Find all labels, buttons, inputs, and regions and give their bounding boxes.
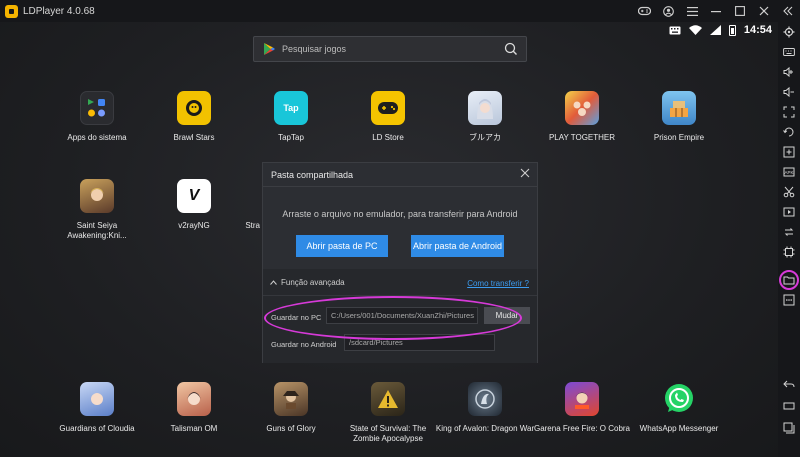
macro-icon[interactable] <box>781 244 797 260</box>
open-android-folder-button[interactable]: Abrir pasta de Android <box>411 235 504 257</box>
prison-empire-icon <box>662 91 696 125</box>
app-label: Stra <box>245 221 260 230</box>
app-label: PLAY TOGETHER <box>548 133 616 142</box>
collapse-sidebar-icon[interactable] <box>776 0 800 22</box>
app-label: Talisman OM <box>170 424 218 433</box>
app-king-of-avalon[interactable]: King of Avalon: Dragon War <box>435 382 535 434</box>
app-prison-empire[interactable]: Prison Empire <box>629 91 729 143</box>
app-taptap[interactable]: Tap TapTap <box>241 91 341 143</box>
guns-of-glory-icon <box>274 382 308 416</box>
menu-icon[interactable] <box>680 0 704 22</box>
app-label: Garena Free Fire: O Cobra <box>533 424 631 433</box>
app-saint-seiya[interactable]: Saint Seiya Awakening:Kni... <box>47 179 147 241</box>
recent-apps-icon[interactable] <box>781 420 797 436</box>
guardians-of-cloudia-icon <box>80 382 114 416</box>
blue-archive-icon <box>468 91 502 125</box>
app-talisman-om[interactable]: Talisman OM <box>144 382 244 434</box>
search-input[interactable]: Pesquisar jogos <box>282 44 504 54</box>
app-label: Guns of Glory <box>266 424 316 433</box>
app-state-of-survival[interactable]: State of Survival: The Zombie Apocalypse <box>338 382 438 444</box>
app-label: ブルアカ <box>469 133 501 142</box>
dialog-header: Pasta compartilhada <box>263 163 537 187</box>
whatsapp-icon <box>662 382 696 416</box>
ld-store-icon <box>371 91 405 125</box>
taptap-icon: Tap <box>274 91 308 125</box>
app-guns-of-glory[interactable]: Guns of Glory <box>241 382 341 434</box>
app-label: Prison Empire <box>653 133 705 142</box>
brawl-stars-icon <box>177 91 211 125</box>
scissors-icon[interactable] <box>781 184 797 200</box>
window-title: LDPlayer 4.0.68 <box>23 5 95 17</box>
close-icon[interactable] <box>519 168 531 180</box>
dialog-title: Pasta compartilhada <box>271 169 354 180</box>
play-together-icon <box>565 91 599 125</box>
king-of-avalon-icon <box>468 382 502 416</box>
how-to-transfer-link[interactable]: Como transferir ? <box>467 279 529 288</box>
rotate-icon[interactable] <box>781 124 797 140</box>
highlight-annotation <box>264 296 522 340</box>
add-app-icon[interactable] <box>781 144 797 160</box>
wifi-icon <box>688 25 702 35</box>
video-icon[interactable] <box>781 204 797 220</box>
ldplayer-logo-icon <box>5 4 18 18</box>
svg-text:APK: APK <box>784 170 793 175</box>
app-blue-archive[interactable]: ブルアカ <box>435 91 535 143</box>
apk-icon[interactable]: APK <box>781 164 797 180</box>
app-label: King of Avalon: Dragon War <box>435 424 535 433</box>
back-icon[interactable] <box>781 376 797 392</box>
play-store-icon <box>264 43 275 55</box>
saint-seiya-icon <box>80 179 114 213</box>
fullscreen-icon[interactable] <box>781 104 797 120</box>
gamepad-icon[interactable] <box>632 0 656 22</box>
volume-up-icon[interactable] <box>781 64 797 80</box>
save-android-label: Guardar no Android <box>271 340 337 349</box>
window-controls <box>632 0 800 22</box>
account-icon[interactable] <box>656 0 680 22</box>
keyboard-icon[interactable] <box>781 44 797 60</box>
app-label: Saint Seiya Awakening:Kni... <box>67 221 127 240</box>
keyboard-status-icon <box>669 26 681 34</box>
app-apps-do-sistema[interactable]: Apps do sistema <box>47 91 147 143</box>
title-bar: LDPlayer 4.0.68 <box>0 0 800 22</box>
app-brawl-stars[interactable]: Brawl Stars <box>144 91 244 143</box>
app-play-together[interactable]: PLAY TOGETHER <box>532 91 632 143</box>
battery-icon <box>728 24 736 36</box>
app-label: LD Store <box>372 133 404 142</box>
home-icon[interactable] <box>781 398 797 414</box>
free-fire-icon <box>565 382 599 416</box>
system-apps-icon <box>80 91 114 125</box>
status-bar: 14:54 <box>669 22 772 38</box>
app-ld-store[interactable]: LD Store <box>338 91 438 143</box>
close-window-icon[interactable] <box>752 0 776 22</box>
app-label: TapTap <box>278 133 304 142</box>
state-of-survival-icon <box>371 382 405 416</box>
app-label: Brawl Stars <box>173 133 215 142</box>
app-label: WhatsApp Messenger <box>639 424 719 433</box>
talisman-om-icon <box>177 382 211 416</box>
app-guardians-of-cloudia[interactable]: Guardians of Cloudia <box>47 382 147 434</box>
maximize-icon[interactable] <box>728 0 752 22</box>
advanced-label: Função avançada <box>281 278 345 287</box>
highlight-annotation-sidebar <box>779 270 799 290</box>
app-whatsapp[interactable]: WhatsApp Messenger <box>629 382 729 434</box>
app-stra-partial[interactable]: Stra <box>196 179 260 231</box>
more-icon[interactable] <box>781 292 797 308</box>
clock: 14:54 <box>743 24 772 36</box>
settings-icon[interactable] <box>781 24 797 40</box>
dialog-description: Arraste o arquivo no emulador, para tran… <box>282 209 518 219</box>
app-label: State of Survival: The Zombie Apocalypse <box>349 424 427 443</box>
search-bar[interactable]: Pesquisar jogos <box>253 36 527 62</box>
open-pc-folder-button[interactable]: Abrir pasta de PC <box>296 235 388 257</box>
app-label: Apps do sistema <box>67 133 127 142</box>
volume-down-icon[interactable] <box>781 84 797 100</box>
advanced-toggle[interactable]: Função avançada <box>270 278 345 287</box>
search-icon[interactable] <box>504 42 518 56</box>
app-free-fire[interactable]: Garena Free Fire: O Cobra <box>532 382 632 434</box>
right-toolbar: APK <box>778 22 800 457</box>
minimize-icon[interactable] <box>704 0 728 22</box>
signal-icon <box>709 25 721 35</box>
app-label: Guardians of Cloudia <box>59 424 135 433</box>
chevron-up-icon <box>270 280 277 285</box>
sync-icon[interactable] <box>781 224 797 240</box>
